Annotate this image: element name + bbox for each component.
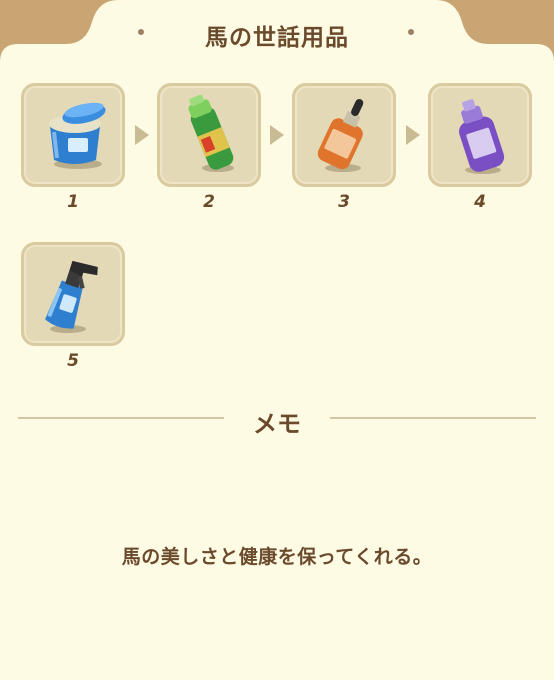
item-description: 馬の美しさと健康を保ってくれる。 — [121, 546, 433, 568]
memo-divider-right — [330, 417, 536, 419]
grooming-jar-icon — [49, 102, 106, 169]
item-info-panel: 馬の世話用品 1 2 3 4 5 メモ 馬の美しさと健康を保ってくれる。 — [0, 0, 554, 680]
item-slot-2[interactable] — [157, 83, 261, 187]
item-slot-4[interactable] — [428, 83, 532, 187]
trigger-spray-bottle-icon — [45, 260, 98, 333]
item-slot-5[interactable] — [21, 242, 125, 346]
item-number: 3 — [338, 192, 350, 212]
arrow-right-icon — [135, 125, 149, 145]
arrow-right-icon — [270, 125, 284, 145]
arrow-right-icon — [406, 125, 420, 145]
dropper-bottle-icon — [317, 98, 364, 172]
item-number: 5 — [67, 351, 79, 371]
shampoo-bottle-icon — [459, 99, 505, 174]
item-number: 4 — [474, 192, 486, 212]
item-slot-1[interactable] — [21, 83, 125, 187]
memo-label: メモ — [253, 410, 301, 438]
item-slot-3[interactable] — [292, 83, 396, 187]
title-dot-right — [408, 29, 414, 35]
item-number: 2 — [203, 192, 215, 212]
item-number: 1 — [67, 192, 79, 212]
panel-title: 馬の世話用品 — [205, 25, 349, 51]
spray-can-icon — [188, 94, 234, 172]
